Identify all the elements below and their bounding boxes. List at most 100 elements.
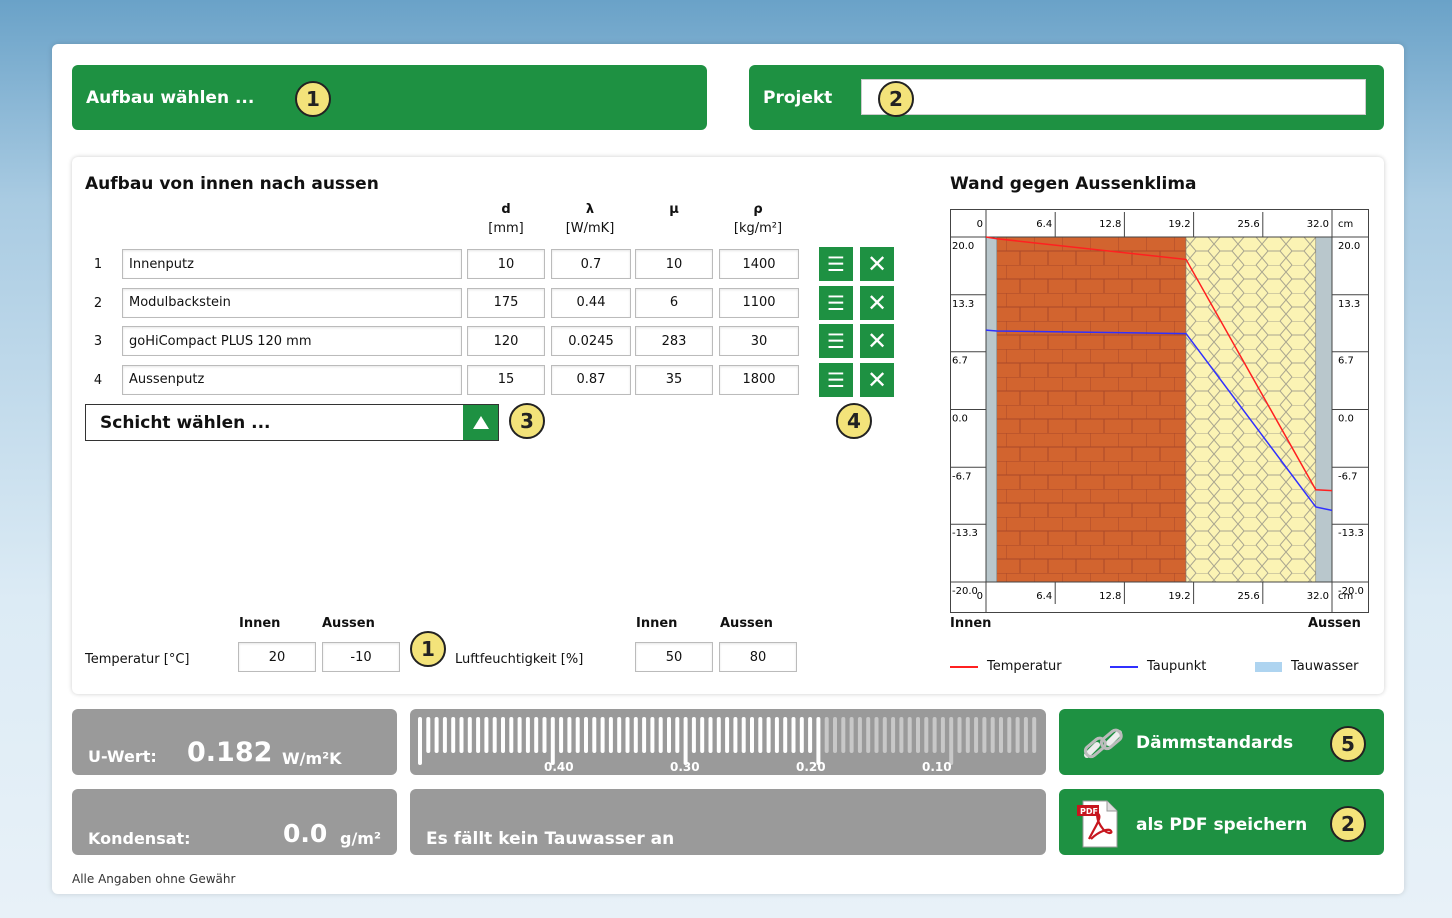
layer-mu-input[interactable]: 35 [635,364,713,395]
help-badge-5[interactable]: 5 [1330,726,1366,762]
disclaimer: Alle Angaben ohne Gewähr [72,872,236,886]
layer-delete-icon[interactable]: ✕ [860,285,894,320]
uwert-unit: W/m²K [282,749,342,768]
layer-lambda-input[interactable]: 0.44 [551,287,631,318]
scale-bar [509,717,514,753]
scale-bar [492,717,497,753]
layer-mu-input[interactable]: 10 [635,249,713,279]
link-icon [1083,728,1123,759]
scale-bar [1023,717,1028,753]
layer-menu-icon[interactable]: ☰ [819,324,853,358]
scale-bar [484,717,489,753]
scale-bar [642,717,647,753]
layer-menu-icon[interactable]: ☰ [819,362,853,397]
scale-bar [592,717,597,753]
legend-taupunkt-label: Taupunkt [1147,659,1207,674]
layer-menu-icon[interactable]: ☰ [819,285,853,320]
y-tick-label-right: 6.7 [1338,356,1354,367]
layer-band [985,236,998,583]
help-badge-pdf[interactable]: 2 [1330,806,1366,842]
help-badge-3[interactable]: 3 [509,403,545,439]
x-tick-label-bottom: 12.8 [1099,591,1121,602]
layer-delete-icon[interactable]: ✕ [860,247,894,281]
row-number: 2 [93,295,103,311]
scale-bar [891,717,896,753]
y-tick-label-right: -6.7 [1338,471,1358,482]
uwert-label: U-Wert: [88,747,157,766]
scale-bar [467,717,472,753]
scale-bar [833,717,837,753]
layer-mu-input[interactable]: 6 [635,287,713,318]
layer-band [996,236,1187,583]
aufbau-waehlen-bar[interactable]: Aufbau wählen ... [72,65,707,130]
row-number: 3 [93,334,103,349]
scale-bar [816,717,821,765]
y-tick-label-left: 20.0 [952,241,974,252]
layer-name-input[interactable]: Modulbackstein [122,287,462,318]
temp-innen-input[interactable]: 20 [238,642,316,672]
help-badge-4[interactable]: 4 [836,403,872,439]
construction-panel: Aufbau von innen nach aussen d [mm] λ [W/m… [72,157,1384,694]
scale-bar [899,717,904,753]
temp-aussen-input[interactable]: -10 [322,642,400,672]
layer-d-input[interactable]: 10 [467,249,545,279]
hum-aussen-input[interactable]: 80 [719,642,797,672]
x-tick-label-bottom: 19.2 [1168,591,1190,602]
layer-rho-input[interactable]: 1400 [719,249,799,279]
scale-bar [741,717,746,753]
layer-lambda-input[interactable]: 0.87 [551,364,631,395]
hum-innen-input[interactable]: 50 [635,642,713,672]
help-badge-climate[interactable]: 1 [410,631,446,667]
layer-rho-input[interactable]: 1800 [719,364,799,395]
scale-bar [849,717,854,753]
layer-lambda-input[interactable]: 0.7 [551,249,631,279]
schicht-waehlen-select[interactable]: Schicht wählen ... [85,404,499,441]
layer-d-input[interactable]: 120 [467,326,545,356]
scale-bar [542,717,547,753]
y-tick-label-right: 20.0 [1338,241,1360,252]
layer-mu-input[interactable]: 283 [635,326,713,356]
scale-bar [667,717,671,753]
layer-name-input[interactable]: goHiCompact PLUS 120 mm [122,326,462,356]
uwert-scale-bars: 0.40 0.30 0.20 0.10 [418,717,1037,774]
scale-bar [799,717,804,753]
layer-menu-icon[interactable]: ☰ [819,247,853,281]
help-badge-2[interactable]: 2 [878,81,914,117]
layer-delete-icon[interactable]: ✕ [860,324,894,358]
scale-bar [990,717,995,753]
scale-bar [708,717,713,753]
scale-bar [476,717,481,753]
scale-bar [442,717,447,753]
layer-rho-input[interactable]: 30 [719,326,799,356]
layer-d-input[interactable]: 175 [467,287,545,318]
temp-innen-header: Innen [239,616,281,631]
pdf-icon: PDF [1077,800,1118,848]
layer-band [1315,236,1333,583]
help-badge-1[interactable]: 1 [295,81,331,117]
layer-d-input[interactable]: 15 [467,364,545,395]
layer-delete-icon[interactable]: ✕ [860,362,894,397]
layer-name-input[interactable]: Aussenputz [122,364,462,395]
scale-bar [550,717,555,765]
layer-lambda-input[interactable]: 0.0245 [551,326,631,356]
scale-bar [907,717,912,753]
scale-bar [459,717,464,753]
select-open-button[interactable] [463,405,498,440]
scale-tick-label: 0.40 [544,760,574,774]
scale-bar [924,717,929,753]
legend-tauwasser-swatch [1255,662,1282,672]
kondensat-label: Kondensat: [88,829,191,848]
y-tick-label-right: -20.0 [1338,586,1364,597]
scale-bar [982,717,987,753]
projekt-input[interactable] [861,79,1366,115]
temp-aussen-header: Aussen [322,616,375,631]
wall-chart: 006.46.412.812.819.219.225.625.632.032.0… [950,209,1369,613]
scale-bar [733,717,738,753]
daemmstandards-label: Dämmstandards [1136,733,1294,753]
layer-name-input[interactable]: Innenputz [122,249,462,279]
table-title: Aufbau von innen nach aussen [85,174,379,194]
scale-tick-label: 0.20 [796,760,826,774]
layer-rho-input[interactable]: 1100 [719,287,799,318]
scale-bar [426,717,431,753]
scale-bar [525,717,530,753]
